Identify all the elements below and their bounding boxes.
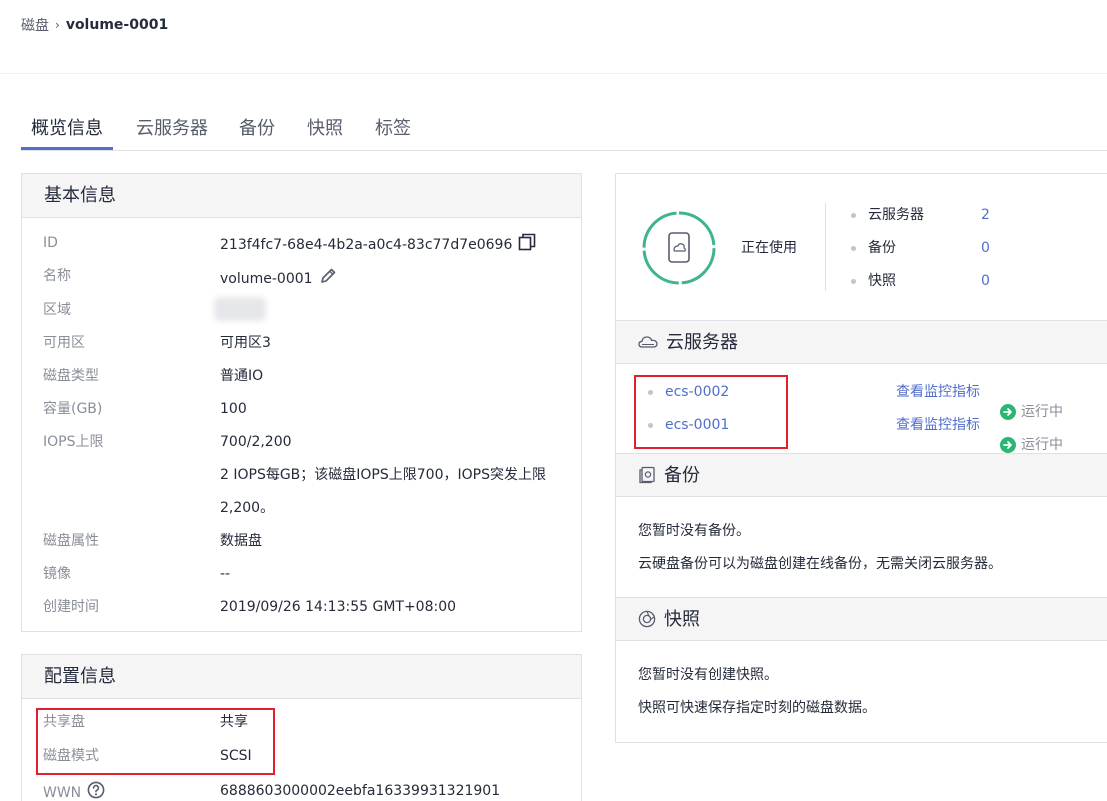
bullet-dot	[851, 278, 856, 284]
wwn-label: WWN	[43, 785, 82, 801]
view-monitoring-link[interactable]: 查看监控指标	[896, 415, 980, 435]
server-status: 运行中	[1000, 435, 1063, 455]
stat-backup: 备份 0	[851, 238, 990, 258]
tab-bar: 概览信息 云服务器 备份 快照 标签	[21, 113, 1107, 151]
backup-tip-text: 云硬盘备份可以为磁盘创建在线备份，无需关闭云服务器。	[638, 556, 1002, 572]
capacity-value: 100	[220, 401, 247, 417]
view-monitoring-link[interactable]: 查看监控指标	[896, 382, 980, 402]
id-value: 213f4fc7-68e4-4b2a-a0c4-83c77d7e0696	[220, 233, 536, 257]
wwn-value: 6888603000002eebfa16339931321901	[220, 783, 501, 799]
usage-divider	[825, 203, 826, 291]
stat-snapshot-label: 快照	[868, 273, 896, 289]
iops-note: 2 IOPS每GB；该磁盘IOPS上限700，IOPS突发上限2,200。	[220, 467, 546, 516]
wwn-label-wrap: WWN	[43, 781, 105, 801]
mode-label: 磁盘模式	[43, 748, 99, 764]
created-label: 创建时间	[43, 599, 99, 615]
image-label: 镜像	[43, 566, 71, 582]
iops-value: 700/2,200	[220, 434, 292, 450]
config-info-panel: 配置信息	[21, 654, 582, 801]
attr-value: 数据盘	[220, 533, 262, 549]
tab-tags[interactable]: 标签	[375, 113, 411, 150]
running-arrow-icon	[1000, 437, 1016, 453]
az-value: 可用区3	[220, 335, 271, 351]
breadcrumb-current: volume-0001	[65, 17, 169, 33]
server-row: ecs-0002 查看监控指标 运行中	[648, 382, 1107, 420]
stat-snapshot-count[interactable]: 0	[981, 271, 990, 291]
breadcrumb: 磁盘 › volume-0001	[21, 14, 168, 36]
disk-type-value: 普通IO	[220, 368, 264, 384]
snapshot-empty-text: 您暂时没有创建快照。	[638, 667, 778, 683]
az-label: 可用区	[43, 335, 85, 351]
disk-type-label: 磁盘类型	[43, 368, 99, 384]
stat-backup-label: 备份	[868, 240, 896, 256]
backup-empty-text: 您暂时没有备份。	[638, 523, 750, 539]
server-status-text: 运行中	[1021, 437, 1063, 453]
iops-label: IOPS上限	[43, 434, 104, 450]
name-text: volume-0001	[220, 271, 313, 287]
bullet-dot	[851, 245, 856, 251]
snapshot-section-title: 快照	[664, 609, 700, 630]
attr-label: 磁盘属性	[43, 533, 99, 549]
stat-servers-count[interactable]: 2	[981, 205, 990, 225]
shared-value: 共享	[220, 714, 248, 730]
bullet-dot	[648, 389, 653, 395]
bullet-dot	[851, 212, 856, 218]
snapshot-icon	[638, 610, 656, 627]
backup-section-title: 备份	[664, 465, 700, 486]
usage-status: 正在使用	[741, 240, 797, 256]
snapshot-section-header: 快照	[616, 597, 1107, 641]
name-value: volume-0001	[220, 267, 337, 291]
region-label: 区域	[43, 302, 71, 318]
servers-section-header: 云服务器	[616, 320, 1107, 364]
mode-value: SCSI	[220, 748, 252, 764]
stat-servers-label: 云服务器	[868, 207, 924, 223]
capacity-label: 容量(GB)	[43, 401, 103, 417]
id-text: 213f4fc7-68e4-4b2a-a0c4-83c77d7e0696	[220, 237, 513, 253]
tab-servers[interactable]: 云服务器	[136, 113, 208, 150]
backup-icon	[639, 466, 655, 483]
breadcrumb-parent-link[interactable]: 磁盘	[21, 15, 49, 35]
snapshot-tip-text: 快照可快速保存指定时刻的磁盘数据。	[638, 700, 876, 716]
server-link-ecs-0001[interactable]: ecs-0001	[665, 417, 729, 433]
disk-usage-ring-icon	[642, 211, 716, 285]
help-icon[interactable]	[87, 781, 105, 801]
name-label: 名称	[43, 268, 71, 284]
header-divider	[0, 73, 1107, 74]
cloud-icon	[638, 335, 658, 348]
id-label: ID	[43, 235, 58, 251]
shared-label: 共享盘	[43, 714, 85, 730]
image-value: --	[220, 566, 231, 582]
copy-icon[interactable]	[518, 233, 536, 257]
basic-info-title: 基本信息	[22, 174, 581, 218]
breadcrumb-separator: ›	[55, 18, 60, 32]
usage-panel: 正在使用 云服务器 2 备份 0 快照 0 云服务器 ecs-0002 查看监控…	[615, 173, 1107, 743]
stat-servers: 云服务器 2	[851, 205, 990, 225]
tab-backup[interactable]: 备份	[239, 113, 275, 150]
created-value: 2019/09/26 14:13:55 GMT+08:00	[220, 599, 457, 615]
server-row: ecs-0001 查看监控指标 运行中	[648, 415, 1107, 453]
tab-snapshot[interactable]: 快照	[307, 113, 343, 150]
config-info-title: 配置信息	[22, 655, 581, 699]
edit-pencil-icon[interactable]	[319, 267, 337, 291]
server-link-ecs-0002[interactable]: ecs-0002	[665, 384, 729, 400]
region-value-redacted	[214, 297, 266, 321]
stat-snapshot: 快照 0	[851, 271, 990, 291]
bullet-dot	[648, 422, 653, 428]
stat-backup-count[interactable]: 0	[981, 238, 990, 258]
tab-overview[interactable]: 概览信息	[21, 113, 113, 150]
backup-section-header: 备份	[616, 453, 1107, 497]
servers-section-title: 云服务器	[666, 332, 738, 353]
